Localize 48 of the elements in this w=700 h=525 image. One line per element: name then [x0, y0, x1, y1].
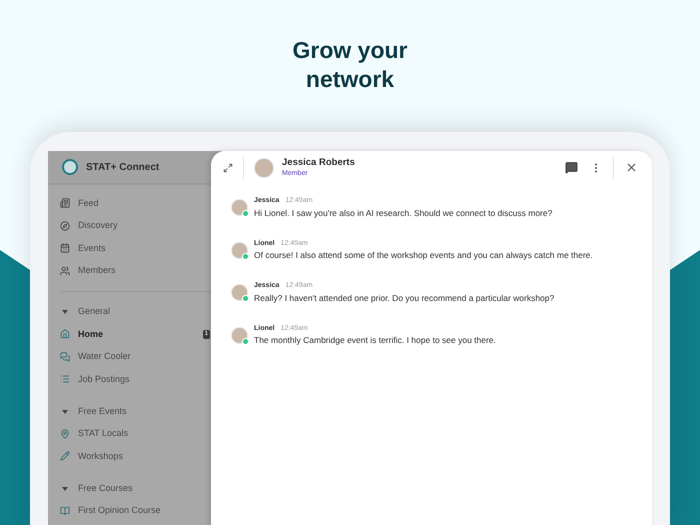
expand-icon[interactable]	[223, 162, 233, 172]
sidebar-item[interactable]: Discovery	[60, 214, 210, 237]
section-toggle[interactable]: Free Courses	[60, 478, 210, 500]
message-text: Hi Lionel. I saw you're also in AI research. Should we connect to discuss more?	[254, 206, 552, 218]
caret-icon	[62, 486, 68, 490]
nav-icon	[60, 352, 70, 362]
caret-icon	[62, 410, 68, 414]
sidebar-item[interactable]: Feed	[60, 192, 210, 214]
nav-icon	[60, 243, 70, 254]
nav-icon	[60, 428, 70, 439]
logo-icon	[62, 159, 78, 175]
item-label: Job Postings	[78, 372, 131, 386]
conversations-button[interactable]	[563, 159, 580, 176]
headline: Grow your network	[291, 36, 408, 94]
avatar	[254, 158, 274, 178]
nav-icon	[60, 220, 70, 231]
nav-icon	[60, 266, 70, 276]
section-toggle[interactable]: General	[60, 301, 210, 323]
avatar	[231, 284, 248, 301]
section-toggle[interactable]: Free Events	[60, 400, 210, 422]
sidebar-item[interactable]: Members	[60, 260, 210, 282]
caret-icon	[62, 310, 68, 314]
item-label: Water Cooler	[78, 350, 132, 363]
sidebar-item[interactable]: Workshops	[60, 445, 210, 468]
sidebar-item[interactable]: Job Postings	[60, 368, 210, 390]
close-icon	[625, 161, 638, 174]
message-text: Of course! I also attend some of the workshop events and you can always catch me there.	[254, 249, 593, 261]
nav-icon	[60, 451, 70, 462]
item-label: STAT Locals	[78, 427, 130, 440]
sidebar-item[interactable]: First Opinion Course	[60, 500, 210, 522]
nav-icon	[60, 198, 70, 208]
message-text: The monthly Cambridge event is terrific. I hope to see you there.	[254, 334, 496, 346]
nav-icon	[60, 329, 70, 340]
contact-name: Jessica Roberts	[282, 156, 356, 168]
message-text: Really? I haven't attended one prior. Do you recommend a particular workshop?	[254, 292, 554, 304]
sidebar-item[interactable]: STAT Locals	[60, 422, 210, 445]
chat-bubble-icon	[565, 161, 578, 174]
sidebar-item[interactable]: Events	[60, 237, 210, 260]
item-label: Workshops	[78, 450, 124, 463]
avatar	[231, 326, 248, 344]
avatar	[231, 242, 248, 258]
sidebar-item[interactable]: Water Cooler	[60, 346, 210, 368]
nav-icon	[60, 374, 70, 384]
item-label: First Opinion Course	[78, 504, 162, 517]
item-label: Home	[78, 328, 104, 340]
nav-icon	[60, 506, 70, 516]
app-name: STAT+ Connect	[86, 160, 160, 174]
avatar	[231, 199, 248, 216]
